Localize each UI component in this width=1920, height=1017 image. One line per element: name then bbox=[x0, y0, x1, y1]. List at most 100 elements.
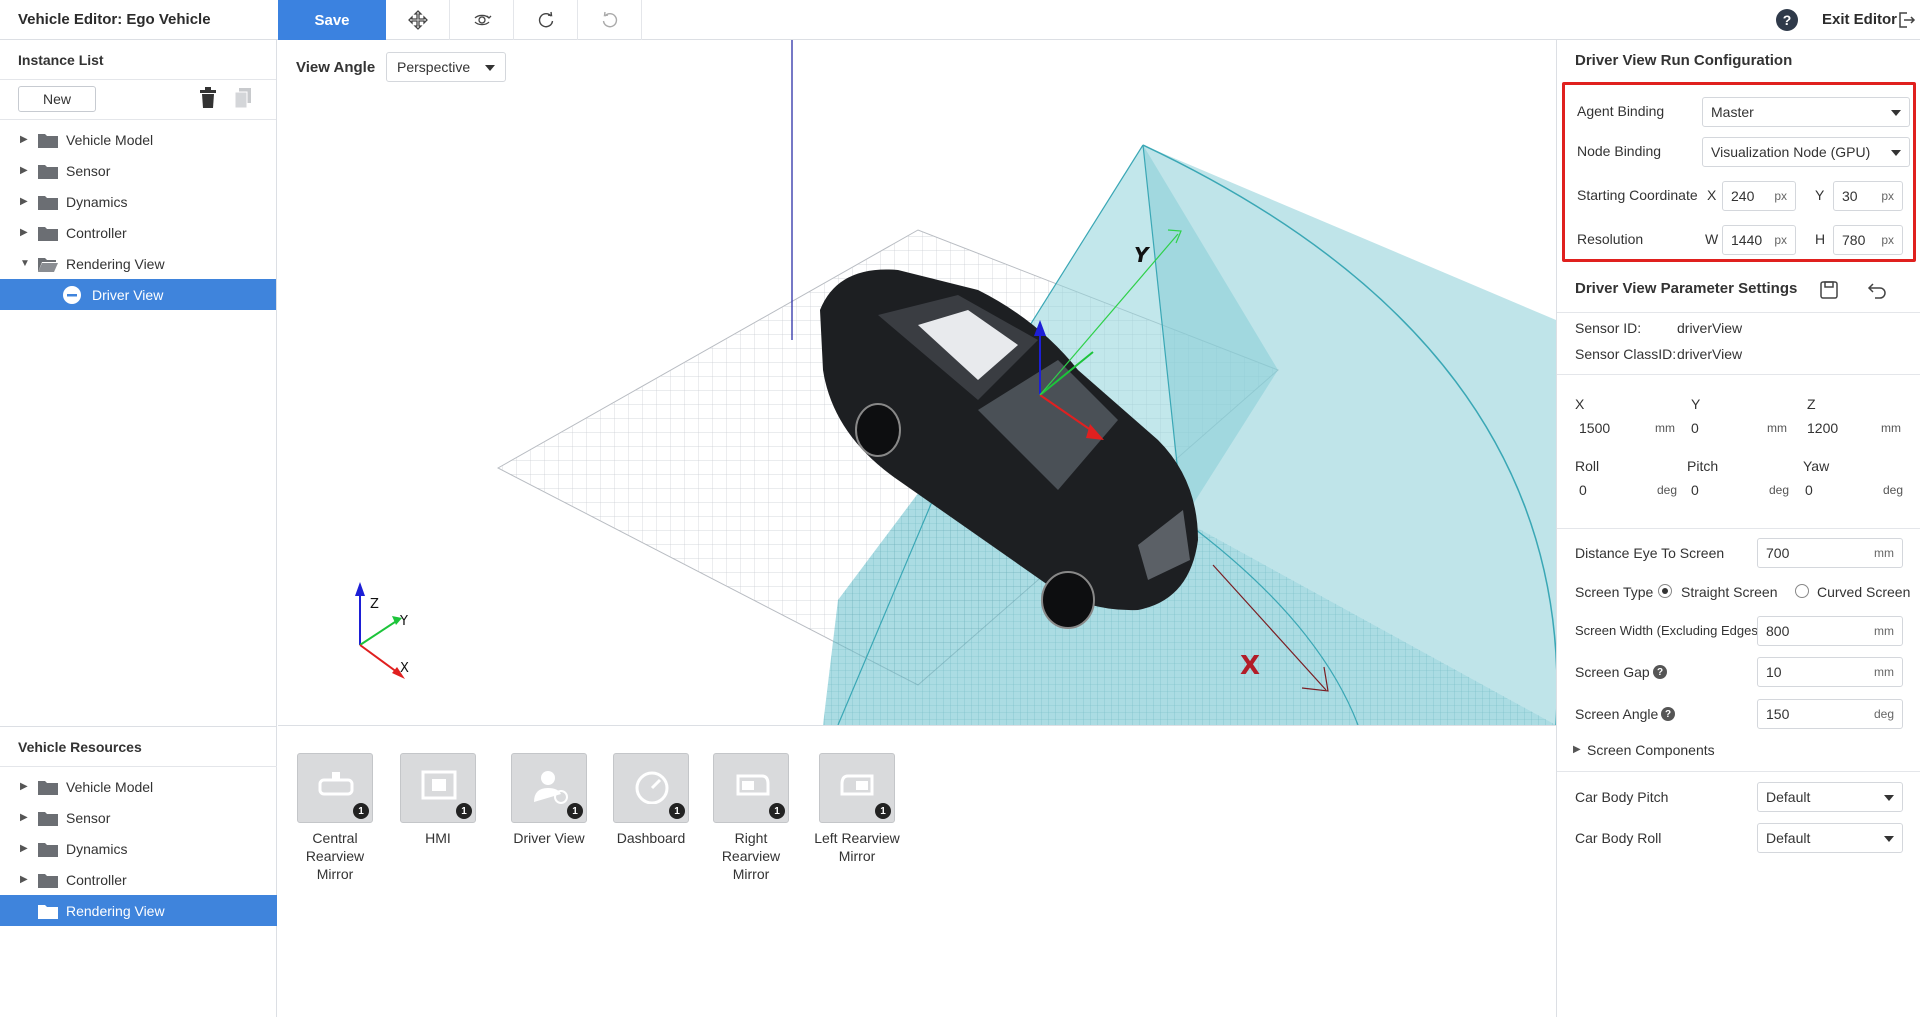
tree-item-vehicle-model[interactable]: ▶ Vehicle Model bbox=[0, 124, 276, 155]
start-y-field[interactable]: 30 px bbox=[1833, 181, 1903, 211]
reset-icon[interactable] bbox=[1867, 280, 1887, 300]
resource-label: Mirror bbox=[838, 848, 876, 864]
resource-count-badge: 1 bbox=[353, 803, 369, 819]
tree-item-label: Controller bbox=[66, 224, 127, 241]
resource-tile[interactable]: 1 bbox=[297, 753, 373, 823]
resource-hmi[interactable]: 1 HMI bbox=[393, 753, 483, 847]
start-x-field[interactable]: 240 px bbox=[1722, 181, 1796, 211]
pos-y-value[interactable]: 0 bbox=[1691, 420, 1699, 436]
resource-item-sensor[interactable]: ▶ Sensor bbox=[0, 802, 277, 833]
new-instance-button[interactable]: New bbox=[18, 86, 96, 112]
redo-button[interactable] bbox=[514, 0, 578, 40]
expand-arrow-icon[interactable]: ▶ bbox=[20, 165, 30, 176]
pos-x-label: X bbox=[1575, 396, 1585, 412]
resource-tile[interactable]: 1 bbox=[400, 753, 476, 823]
resource-left-rearview-mirror[interactable]: 1 Left Rearview Mirror bbox=[812, 753, 902, 865]
axis-triad: Z Y X bbox=[355, 582, 409, 679]
orbit-camera-icon bbox=[474, 14, 491, 26]
expand-arrow-icon[interactable]: ▶ bbox=[1573, 744, 1581, 755]
expand-arrow-icon[interactable]: ▶ bbox=[20, 134, 30, 145]
move-tool-button[interactable] bbox=[386, 0, 450, 40]
resource-tile[interactable]: 1 bbox=[819, 753, 895, 823]
3d-viewport[interactable]: Y X Z Y X View Angle Perspective bbox=[278, 40, 1556, 725]
agent-binding-select[interactable]: Master bbox=[1702, 97, 1910, 127]
screen-components-toggle[interactable]: Screen Components bbox=[1587, 742, 1715, 758]
tree-item-controller[interactable]: ▶ Controller bbox=[0, 217, 276, 248]
exit-icon[interactable] bbox=[1896, 10, 1916, 30]
chevron-down-icon bbox=[1891, 110, 1901, 116]
top-bar: Vehicle Editor: Ego Vehicle Save ? Exit … bbox=[0, 0, 1920, 40]
copy-icon[interactable] bbox=[233, 87, 253, 109]
screen-gap-value: 10 bbox=[1766, 664, 1782, 680]
resolution-height-value: 780 bbox=[1842, 232, 1866, 248]
unit-label: deg bbox=[1769, 483, 1790, 497]
expand-arrow-icon[interactable]: ▶ bbox=[20, 843, 30, 854]
resource-central-rearview-mirror[interactable]: 1 Central Rearview Mirror bbox=[290, 753, 380, 883]
info-icon[interactable]: ? bbox=[1661, 707, 1675, 721]
tree-item-sensor[interactable]: ▶ Sensor bbox=[0, 155, 276, 186]
resource-driver-view[interactable]: 1 Driver View bbox=[504, 753, 594, 847]
collapse-arrow-icon[interactable]: ▼ bbox=[20, 258, 30, 269]
resource-dashboard[interactable]: 1 Dashboard bbox=[606, 753, 696, 847]
orbit-tool-button[interactable] bbox=[450, 0, 514, 40]
expand-arrow-icon[interactable]: ▶ bbox=[20, 874, 30, 885]
left-sidebar: Instance List New ▶ Vehicle Model ▶ Sens… bbox=[0, 40, 277, 1017]
vehicle-scene[interactable]: Y X Z Y X bbox=[278, 40, 1556, 725]
undo-button[interactable] bbox=[578, 0, 642, 40]
resource-item-label: Vehicle Model bbox=[66, 778, 154, 795]
screen-gap-field[interactable]: 10 mm bbox=[1757, 657, 1903, 687]
right-mirror-icon bbox=[736, 774, 770, 796]
pos-z-value[interactable]: 1200 bbox=[1807, 420, 1838, 436]
resource-item-dynamics[interactable]: ▶ Dynamics bbox=[0, 833, 277, 864]
yaw-value[interactable]: 0 bbox=[1805, 482, 1813, 498]
car-body-roll-select[interactable]: Default bbox=[1757, 823, 1903, 853]
car-body-pitch-select[interactable]: Default bbox=[1757, 782, 1903, 812]
expand-arrow-icon[interactable]: ▶ bbox=[20, 227, 30, 238]
expand-arrow-icon[interactable]: ▶ bbox=[20, 812, 30, 823]
resource-count-badge: 1 bbox=[456, 803, 472, 819]
save-icon[interactable] bbox=[1819, 280, 1839, 300]
eye-distance-field[interactable]: 700 mm bbox=[1757, 538, 1903, 568]
chevron-down-icon bbox=[485, 65, 495, 71]
view-angle-select[interactable]: Perspective bbox=[386, 52, 506, 82]
tree-item-dynamics[interactable]: ▶ Dynamics bbox=[0, 186, 276, 217]
resource-tile[interactable]: 1 bbox=[613, 753, 689, 823]
help-icon[interactable]: ? bbox=[1776, 9, 1798, 31]
car-body-roll-label: Car Body Roll bbox=[1575, 830, 1662, 846]
unit-label: px bbox=[1774, 233, 1787, 247]
resource-count-badge: 1 bbox=[669, 803, 685, 819]
resolution-height-field[interactable]: 780 px bbox=[1833, 225, 1903, 255]
resource-label: HMI bbox=[425, 830, 451, 846]
resource-item-controller[interactable]: ▶ Controller bbox=[0, 864, 277, 895]
tree-item-driver-view[interactable]: Driver View bbox=[0, 279, 276, 310]
chevron-down-icon bbox=[1884, 836, 1894, 842]
screen-angle-field[interactable]: 150 deg bbox=[1757, 699, 1903, 729]
resource-item-vehicle-model[interactable]: ▶ Vehicle Model bbox=[0, 771, 277, 802]
save-button[interactable]: Save bbox=[278, 0, 386, 40]
node-binding-select[interactable]: Visualization Node (GPU) bbox=[1702, 137, 1910, 167]
info-icon[interactable]: ? bbox=[1653, 665, 1667, 679]
expand-arrow-icon[interactable]: ▶ bbox=[20, 196, 30, 207]
instance-icon bbox=[63, 285, 81, 304]
resolution-width-field[interactable]: 1440 px bbox=[1722, 225, 1796, 255]
pos-x-value[interactable]: 1500 bbox=[1579, 420, 1610, 436]
resource-item-rendering-view[interactable]: Rendering View bbox=[0, 895, 277, 926]
unit-label: px bbox=[1774, 189, 1787, 203]
exit-editor-button[interactable]: Exit Editor bbox=[1822, 11, 1897, 28]
unit-label: mm bbox=[1874, 546, 1894, 560]
roll-value[interactable]: 0 bbox=[1579, 482, 1587, 498]
pitch-value[interactable]: 0 bbox=[1691, 482, 1699, 498]
node-binding-label: Node Binding bbox=[1577, 143, 1662, 159]
expand-arrow-icon[interactable]: ▶ bbox=[20, 781, 30, 792]
unit-label: deg bbox=[1873, 707, 1894, 721]
trash-icon[interactable] bbox=[198, 87, 218, 109]
resource-tile[interactable]: 1 bbox=[511, 753, 587, 823]
straight-screen-radio[interactable] bbox=[1658, 584, 1672, 598]
resource-tile[interactable]: 1 bbox=[713, 753, 789, 823]
resource-right-rearview-mirror[interactable]: 1 Right Rearview Mirror bbox=[706, 753, 796, 883]
screen-width-field[interactable]: 800 mm bbox=[1757, 616, 1903, 646]
curved-screen-radio[interactable] bbox=[1795, 584, 1809, 598]
resource-label: Driver View bbox=[513, 830, 585, 846]
tree-item-rendering-view[interactable]: ▼ Rendering View bbox=[0, 248, 276, 279]
folder-icon bbox=[38, 780, 58, 795]
